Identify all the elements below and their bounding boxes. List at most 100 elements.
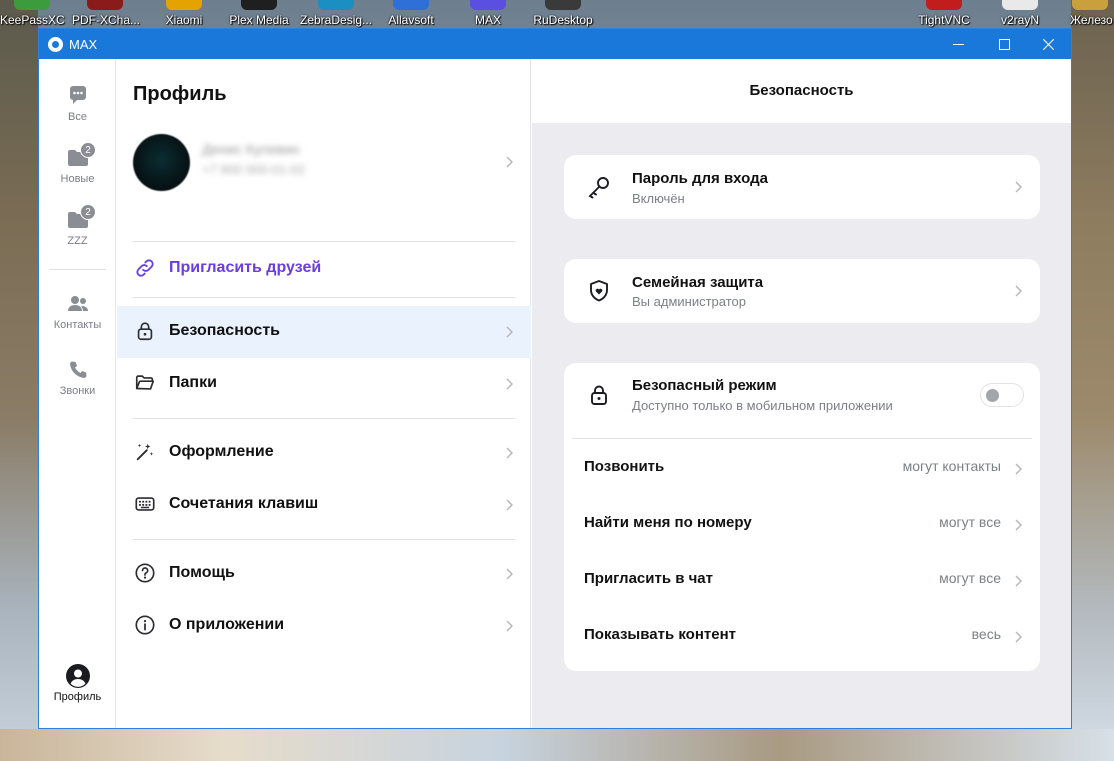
desktop-icon-keepassxc[interactable]: KeePassXC [0,0,65,28]
family-protection-status: Вы администратор [632,294,746,309]
chevron-right-icon [506,326,513,338]
menu-item-label: Папки [169,374,217,391]
nav-rail: Все 2 Новые 2 ZZZ Контакты Звонки Профил… [39,59,116,728]
privacy-row-call[interactable]: Позвонить могут контакты [564,440,1040,496]
desktop-icon-allavsoft[interactable]: Allavsoft [381,0,441,28]
desktop-icon-label: Plex Media [229,13,289,27]
chat-bubble-icon [70,86,86,104]
desktop-icon-label: PDF-XCha... [72,13,141,27]
chevron-right-icon [506,499,513,511]
rail-item-contacts[interactable]: Контакты [39,292,116,348]
desktop-icon-rudesktop[interactable]: RuDesktop [530,0,596,28]
contacts-icon [68,296,88,311]
rail-item-label: Звонки [59,385,96,397]
max-app-icon [48,37,63,52]
menu-item-shortcuts[interactable]: Сочетания клавиш [117,479,531,531]
family-protection-card[interactable]: Семейная защита Вы администратор [564,259,1040,323]
chevron-right-icon [506,378,513,390]
invite-friends-button[interactable]: Пригласить друзей [117,243,531,295]
lock-icon [591,385,607,405]
maximize-icon [998,38,1010,50]
menu-item-folders[interactable]: Папки [117,358,531,410]
profile-card[interactable]: Денис Кулевин +7 900 000-01-02 [117,129,531,209]
window-title: MAX [69,37,98,52]
menu-item-security[interactable]: Безопасность [117,306,531,358]
app-window: MAX Все 2 Новые 2 ZZZ Контакты Звонки Пр… [38,28,1072,729]
privacy-row-value: могут все [939,514,1001,530]
security-title: Безопасность [749,82,854,99]
folder-open-icon [135,375,155,390]
chevron-right-icon [1015,285,1022,297]
unread-badge: 2 [80,142,96,158]
user-name: Денис Кулевин [202,141,300,157]
security-panel: Безопасность Пароль для входа Включён Се… [532,59,1071,728]
desktop-wallpaper-right [1071,0,1114,761]
keyboard-icon [135,497,155,511]
unread-badge: 2 [80,204,96,220]
password-title: Пароль для входа [632,170,768,187]
privacy-row-value: весь [971,626,1001,642]
desktop-icon-tightvnc[interactable]: TightVNC [912,0,976,28]
password-status: Включён [632,191,685,206]
magic-wand-icon [136,443,154,461]
toggle-knob [986,389,999,402]
privacy-row-show-content[interactable]: Показывать контент весь [564,608,1040,664]
desktop-icons: KeePassXC PDF-XCha... Xiaomi Plex Media … [0,0,1114,28]
rail-item-calls[interactable]: Звонки [39,358,116,414]
menu-item-label: Безопасность [169,322,280,339]
profile-icon [66,664,90,688]
privacy-row-value: могут контакты [902,458,1001,474]
desktop-icon-pdf-xchange[interactable]: PDF-XCha... [72,0,141,28]
safe-mode-note: Доступно только в мобильном приложении [632,398,893,413]
desktop-icon-label: Allavsoft [388,13,434,27]
menu-item-help[interactable]: Помощь [117,548,531,600]
desktop-icon-zebradesigner[interactable]: ZebraDesig... [300,0,372,28]
safe-mode-toggle[interactable] [980,383,1024,407]
menu-item-label: Оформление [169,443,274,460]
desktop-icon-label: ZebraDesig... [300,13,373,27]
minimize-icon [952,43,964,45]
desktop-icon-label: Железо [1070,13,1113,27]
safe-mode-title: Безопасный режим [632,377,777,394]
rail-item-label: Профиль [53,691,102,703]
desktop-icon-max[interactable]: MAX [460,0,516,28]
page-title: Профиль [133,83,227,105]
rail-item-profile[interactable]: Профиль [39,664,116,708]
privacy-row-invite-to-chat[interactable]: Пригласить в чат могут все [564,552,1040,608]
privacy-row-label: Найти меня по номеру [584,514,752,531]
shield-heart-icon [590,280,608,302]
desktop-icon-plex-media[interactable]: Plex Media [226,0,292,28]
chevron-right-icon [1015,463,1022,475]
desktop-icon-xiaomi[interactable]: Xiaomi [155,0,213,28]
desktop-icon-zhelezo[interactable]: Железо [1066,0,1114,28]
rail-item-new[interactable]: 2 Новые [39,142,116,202]
rail-item-label: Все [68,111,87,123]
close-button[interactable] [1025,29,1071,59]
rail-item-zzz[interactable]: 2 ZZZ [39,204,116,264]
menu-item-about[interactable]: О приложении [117,600,531,652]
menu-item-appearance[interactable]: Оформление [117,427,531,479]
divider [133,418,515,419]
desktop-wallpaper-left [0,0,38,761]
password-card[interactable]: Пароль для входа Включён [564,155,1040,219]
chevron-right-icon [506,447,513,459]
minimize-button[interactable] [935,29,981,59]
chevron-right-icon [1015,181,1022,193]
menu-item-label: Помощь [169,564,235,581]
family-protection-title: Семейная защита [632,274,764,291]
info-icon [135,615,155,635]
chevron-right-icon [506,620,513,632]
maximize-button[interactable] [981,29,1027,59]
rail-item-label: Новые [60,173,95,185]
desktop-icon-label: MAX [474,13,501,27]
rail-item-all[interactable]: Все [39,84,116,140]
title-bar[interactable]: MAX [39,29,1071,59]
privacy-row-label: Позвонить [584,458,665,475]
desktop-wallpaper-bottom [0,729,1114,761]
menu-item-label: Сочетания клавиш [169,495,319,512]
chevron-right-icon [1015,575,1022,587]
privacy-row-find-by-number[interactable]: Найти меня по номеру могут все [564,496,1040,552]
desktop-icon-v2rayn[interactable]: v2rayN [995,0,1045,28]
privacy-row-label: Пригласить в чат [584,570,713,587]
key-icon [588,177,609,199]
